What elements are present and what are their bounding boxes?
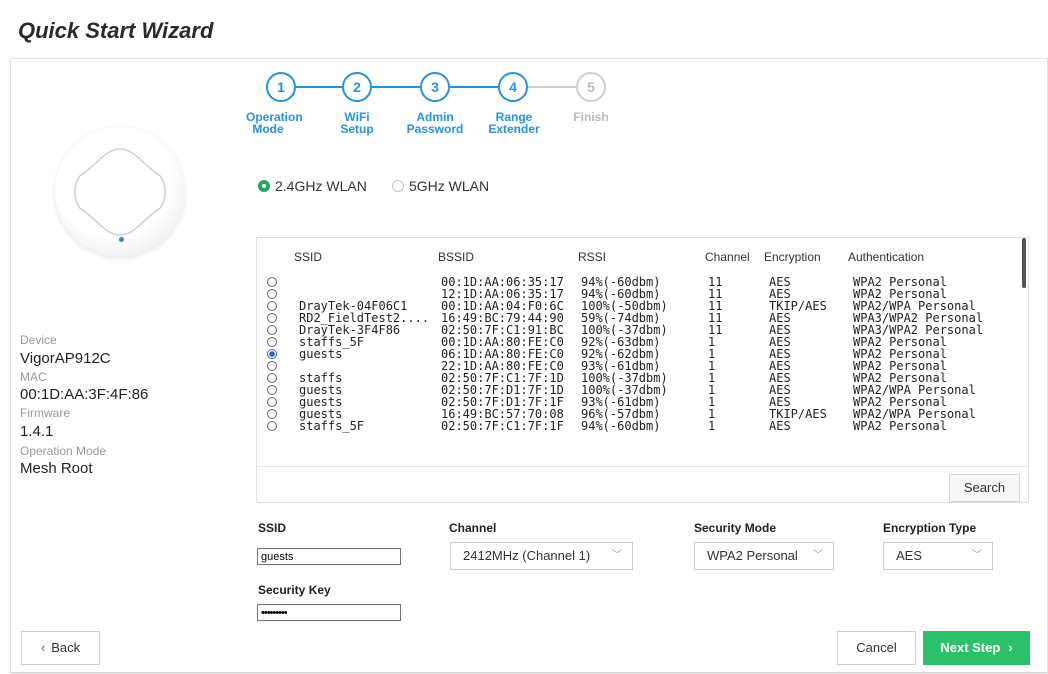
band-radio-24ghz[interactable]: 2.4GHz WLAN [258, 178, 367, 194]
next-step-button[interactable]: Next Step › [923, 631, 1030, 665]
col-rssi: RSSI [578, 250, 607, 264]
step-2-label: WiFi Setup [332, 111, 382, 135]
cell-rssi: 94%(-60dbm) [581, 419, 661, 433]
step-4-circle[interactable]: 4 [498, 72, 528, 102]
row-radio-icon[interactable] [267, 337, 277, 347]
chevron-down-icon: ﹀ [813, 550, 823, 561]
operation-mode-value: Mesh Root [20, 460, 93, 477]
chevron-left-icon: ‹ [40, 640, 46, 655]
col-bssid: BSSID [438, 250, 475, 264]
back-button-label: Back [51, 640, 81, 655]
step-5-label-line1: Finish [573, 110, 609, 124]
encryption-type-select-value: AES [896, 548, 923, 563]
operation-mode-label: Operation Mode [20, 444, 107, 458]
col-ssid: SSID [294, 250, 323, 264]
cell-bssid: 02:50:7F:C1:7F:1F [441, 419, 564, 433]
step-5-circle: 5 [576, 72, 606, 102]
step-3-label-line2: Password [406, 122, 464, 136]
band-radio-5ghz[interactable]: 5GHz WLAN [392, 178, 489, 194]
table-footer-divider [257, 466, 1028, 467]
cell-channel: 1 [708, 419, 716, 433]
security-mode-select-value: WPA2 Personal [707, 548, 798, 563]
security-mode-label: Security Mode [694, 521, 777, 535]
row-radio-icon[interactable] [267, 313, 277, 323]
security-mode-select[interactable]: WPA2 Personal ﹀ [694, 542, 834, 570]
row-radio-icon[interactable] [267, 301, 277, 311]
row-radio-icon[interactable] [267, 409, 277, 419]
step-5-label: Finish [566, 111, 616, 123]
table-scrollbar[interactable] [1022, 238, 1026, 288]
ssid-input[interactable] [257, 548, 401, 565]
table-body[interactable]: 00:1D:AA:06:35:17 94%(-60dbm) 11 AES WPA2 Pe… [257, 276, 1020, 466]
page-title: Quick Start Wizard [18, 18, 214, 43]
step-1-circle[interactable]: 1 [266, 72, 296, 102]
device-label: Device [20, 333, 57, 347]
ssid-label: SSID [258, 521, 287, 535]
row-radio-icon[interactable] [267, 421, 277, 431]
back-button[interactable]: ‹ Back [21, 631, 100, 665]
chevron-down-icon: ﹀ [972, 550, 982, 561]
row-radio-icon[interactable] [267, 397, 277, 407]
row-radio-icon[interactable] [267, 325, 277, 335]
device-led-icon [119, 237, 124, 242]
next-step-button-label: Next Step [940, 640, 1001, 655]
step-connector [296, 86, 342, 88]
band-radio-5ghz-label: 5GHz WLAN [409, 178, 490, 194]
step-3-circle[interactable]: 3 [420, 72, 450, 102]
step-2-circle[interactable]: 2 [342, 72, 372, 102]
row-radio-selected-icon[interactable] [267, 349, 277, 359]
step-4-label: Range Extender [484, 111, 544, 135]
cell-encryption: AES [769, 419, 791, 433]
row-radio-icon[interactable] [267, 385, 277, 395]
step-2-label-line2: Setup [340, 122, 374, 136]
firmware-value: 1.4.1 [20, 423, 54, 440]
encryption-type-label: Encryption Type [883, 521, 977, 535]
step-4-label-line2: Extender [488, 122, 540, 136]
col-channel: Channel [705, 250, 750, 264]
mac-label: MAC [20, 370, 47, 384]
cell-ssid: staffs_5F [299, 419, 365, 433]
channel-select[interactable]: 2412MHz (Channel 1) ﹀ [450, 542, 633, 570]
cancel-button[interactable]: Cancel [837, 631, 916, 665]
step-connector [450, 86, 498, 88]
radio-selected-icon [258, 180, 270, 192]
row-radio-icon[interactable] [267, 361, 277, 371]
table-header: SSID BSSID RSSI Channel Encryption Authe… [257, 250, 1028, 266]
row-radio-icon[interactable] [267, 289, 277, 299]
chevron-down-icon: ﹀ [612, 550, 622, 561]
col-authentication: Authentication [848, 250, 925, 264]
radio-unselected-icon [392, 180, 404, 192]
channel-label: Channel [449, 521, 497, 535]
security-key-input[interactable] [257, 604, 401, 621]
table-row[interactable]: staffs_5F 02:50:7F:C1:7F:1F 94%(-60dbm) 1 AE… [257, 420, 1020, 433]
band-radio-24ghz-label: 2.4GHz WLAN [275, 178, 367, 194]
mac-value: 00:1D:AA:3F:4F:86 [20, 386, 149, 403]
site-survey-table: SSID BSSID RSSI Channel Encryption Authe… [256, 237, 1029, 503]
security-key-label: Security Key [258, 583, 331, 597]
step-1-label: Operation Mode [246, 111, 303, 136]
row-radio-icon[interactable] [267, 277, 277, 287]
col-encryption: Encryption [764, 250, 821, 264]
cell-authentication: WPA2 Personal [853, 419, 947, 433]
step-connector [528, 86, 576, 88]
device-value: VigorAP912C [20, 350, 111, 367]
encryption-type-select[interactable]: AES ﹀ [883, 542, 993, 570]
row-radio-icon[interactable] [267, 373, 277, 383]
search-button[interactable]: Search [949, 474, 1020, 502]
step-connector [372, 86, 420, 88]
chevron-right-icon: › [1008, 640, 1013, 655]
step-1-label-line2: Mode [252, 122, 284, 136]
channel-select-value: 2412MHz (Channel 1) [463, 548, 591, 563]
step-3-label: Admin Password [404, 111, 466, 135]
firmware-label: Firmware [20, 406, 70, 420]
